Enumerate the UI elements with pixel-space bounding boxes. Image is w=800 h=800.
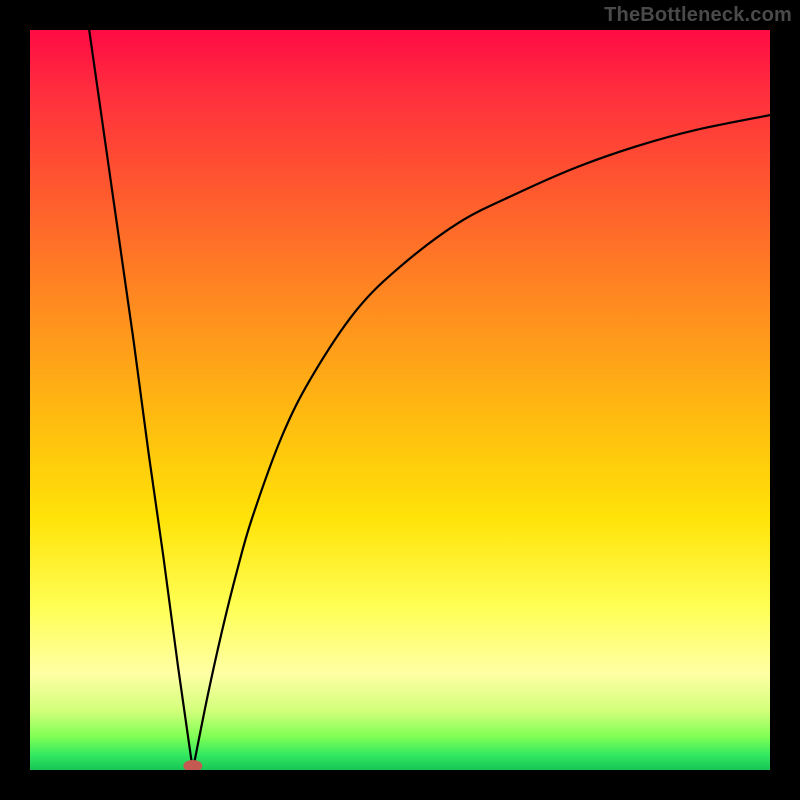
watermark-label: TheBottleneck.com bbox=[604, 4, 792, 27]
curve-right-branch bbox=[193, 115, 770, 770]
min-marker bbox=[184, 761, 202, 771]
chart-frame: TheBottleneck.com bbox=[0, 0, 800, 800]
plot-area bbox=[30, 30, 770, 770]
curve-layer bbox=[30, 30, 770, 770]
curve-left-branch bbox=[89, 30, 193, 770]
